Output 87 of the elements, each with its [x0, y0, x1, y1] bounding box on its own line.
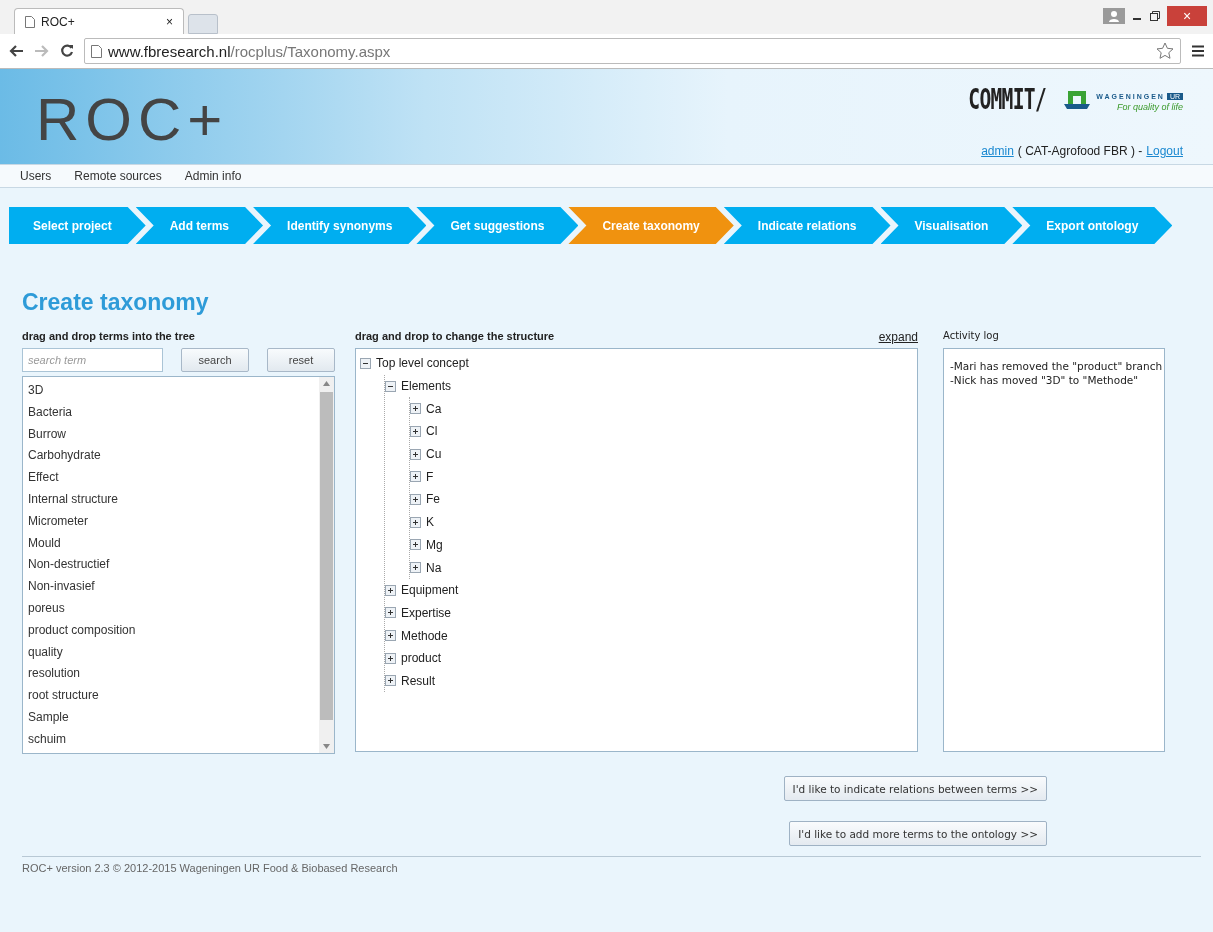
term-item[interactable]: resolution — [23, 663, 319, 686]
tree-node[interactable]: Result — [401, 673, 435, 688]
tree-node[interactable]: Fe — [426, 492, 440, 507]
term-item[interactable]: Mould — [23, 532, 319, 555]
close-button[interactable]: × — [1167, 6, 1207, 26]
term-item[interactable]: poreus — [23, 597, 319, 620]
search-field[interactable]: search term — [22, 348, 163, 372]
reset-button[interactable]: reset — [267, 348, 335, 372]
collapse-icon[interactable] — [385, 380, 396, 392]
tree-node[interactable]: Expertise — [401, 605, 452, 620]
term-item[interactable]: root structure — [23, 685, 319, 707]
scroll-up-icon[interactable] — [323, 381, 330, 386]
log-entry: -Nick has moved "3D" to "Methode" — [950, 373, 1140, 387]
expand-icon[interactable] — [410, 403, 421, 415]
expand-icon[interactable] — [410, 562, 421, 574]
page-title: Create taxonomy — [22, 289, 210, 316]
tree-node[interactable]: Mg — [426, 537, 443, 552]
expand-icon[interactable] — [385, 584, 396, 596]
term-item[interactable]: Burrow — [23, 423, 319, 446]
expand-icon[interactable] — [385, 630, 396, 642]
menu-icon[interactable] — [1191, 44, 1205, 58]
tree-node[interactable]: product — [401, 651, 442, 666]
tab-title: ROC+ — [41, 14, 76, 29]
expand-icon[interactable] — [410, 516, 421, 528]
next-step-button[interactable]: I'd like to indicate relations between terms >> — [783, 776, 1047, 801]
term-item[interactable]: Effect — [23, 467, 319, 489]
tree-node[interactable]: Elements — [401, 379, 452, 394]
footer-text: ROC+ version 2.3 © 2012-2015 Wageningen UR Food & Biobased Research — [22, 862, 398, 874]
tree-node[interactable]: Equipment — [401, 583, 459, 598]
term-item[interactable]: Internal structure — [23, 489, 319, 511]
term-item[interactable]: schuim — [23, 728, 319, 751]
search-button[interactable]: search — [181, 348, 249, 372]
page-icon — [25, 15, 35, 28]
expand-icon[interactable] — [410, 539, 421, 551]
expand-link[interactable]: expand — [878, 330, 918, 344]
next-step-button[interactable]: I'd like to add more terms to the ontology >> — [789, 821, 1047, 846]
term-item[interactable]: 3D — [23, 380, 319, 402]
admin-menu-item[interactable]: Admin info — [184, 169, 242, 183]
expand-icon[interactable] — [385, 675, 396, 687]
admin-menu-item[interactable]: Users — [20, 169, 52, 183]
collapse-icon[interactable] — [360, 357, 371, 369]
admin-menu-item[interactable]: Remote sources — [74, 169, 162, 183]
term-item[interactable]: Non-destructief — [23, 554, 319, 577]
expand-icon[interactable] — [410, 425, 421, 437]
expand-icon[interactable] — [410, 471, 421, 483]
panel-heading: Activity log — [943, 330, 999, 341]
wur-logo-icon — [1064, 90, 1091, 109]
scrollbar[interactable] — [319, 377, 334, 753]
expand-icon[interactable] — [410, 493, 421, 505]
address-bar[interactable]: www.fbresearch.nl/rocplus/Taxonomy.aspx — [84, 38, 1181, 64]
url-path: /rocplus/Taxonomy.aspx — [230, 42, 391, 60]
expand-icon[interactable] — [385, 607, 396, 619]
tree-node[interactable]: Methode — [401, 628, 448, 643]
term-item[interactable]: quality — [23, 641, 319, 664]
tree-node[interactable]: Cl — [426, 424, 438, 439]
tree-node[interactable]: Cu — [426, 447, 442, 462]
user-icon[interactable] — [1103, 8, 1125, 24]
tree-node[interactable]: Top level concept — [376, 356, 469, 371]
term-item[interactable]: Bacteria — [23, 401, 319, 424]
user-link[interactable]: admin — [981, 144, 1014, 158]
url-host: www.fbresearch.nl — [108, 42, 231, 60]
tree-node[interactable]: Ca — [426, 401, 442, 416]
user-organization: ( CAT-Agrofood FBR ) - — [1017, 144, 1143, 158]
term-item[interactable]: Micrometer — [23, 510, 319, 533]
commit-logo: COMMIT/ — [968, 83, 1047, 116]
term-item[interactable]: Sample — [23, 706, 319, 729]
scroll-down-icon[interactable] — [323, 744, 330, 749]
expand-icon[interactable] — [385, 652, 396, 664]
app-logo: ROC+ — [36, 85, 229, 155]
tree-node[interactable]: Na — [426, 560, 442, 575]
page-icon — [91, 44, 102, 58]
browser-tab[interactable]: ROC+ × — [14, 8, 184, 34]
tab-close-button[interactable]: × — [166, 14, 173, 29]
tree-node[interactable]: F — [426, 469, 434, 484]
term-item[interactable]: Non-invasief — [23, 576, 319, 598]
term-item[interactable]: product composition — [23, 619, 319, 642]
reload-icon[interactable] — [60, 44, 74, 58]
panel-heading: drag and drop terms into the tree — [22, 330, 195, 342]
back-icon[interactable] — [8, 44, 24, 58]
tree-node[interactable]: K — [426, 515, 434, 530]
star-icon[interactable] — [1156, 42, 1174, 60]
restore-icon[interactable] — [1149, 10, 1161, 22]
expand-icon[interactable] — [410, 448, 421, 460]
panel-heading: drag and drop to change the structure — [355, 330, 555, 342]
wur-tagline: For quality of life — [1116, 101, 1183, 112]
term-item[interactable]: Carbohydrate — [23, 445, 319, 468]
logout-link[interactable]: Logout — [1146, 144, 1183, 158]
